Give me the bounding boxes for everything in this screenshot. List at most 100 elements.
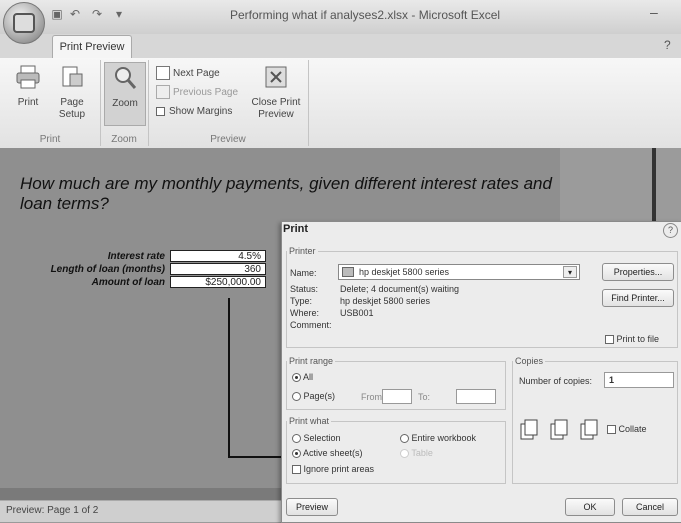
connector-line-horizontal (228, 456, 282, 458)
print-button-label: Print (17, 97, 39, 108)
page-setup-label-1: Page (60, 97, 84, 108)
ok-button[interactable]: OK (565, 498, 615, 516)
printer-icon (16, 65, 40, 89)
dialog-help-icon[interactable]: ? (663, 223, 678, 238)
show-margins-check[interactable] (156, 106, 165, 116)
entire-workbook-label: Entire workbook (411, 433, 477, 443)
loan-length-label: Length of loan (months) (50, 264, 165, 275)
print-to-file-option[interactable]: Print to file (605, 334, 660, 345)
previous-page-label: Previous Page (173, 87, 239, 98)
window-title: Performing what if analyses2.xlsx - Micr… (229, 8, 501, 22)
printer-group-title: Printer (287, 246, 318, 256)
zoom-button-label: Zoom (112, 98, 138, 109)
print-to-file-label: Print to file (616, 334, 660, 344)
ignore-print-areas-checkbox[interactable] (292, 465, 301, 475)
close-preview-icon (265, 66, 287, 88)
all-option[interactable]: All (292, 372, 314, 383)
collate-label: Collate (618, 424, 647, 434)
printer-select[interactable]: hp deskjet 5800 series ▾ (338, 264, 580, 280)
next-page-button[interactable]: Next Page (156, 66, 220, 82)
cancel-button[interactable]: Cancel (622, 498, 678, 516)
save-icon[interactable]: ▣ (50, 7, 64, 21)
ignore-print-areas-label: Ignore print areas (303, 464, 375, 474)
to-spinner[interactable] (456, 389, 496, 404)
ignore-print-areas-option[interactable]: Ignore print areas (292, 464, 375, 475)
collate-checkbox[interactable] (607, 425, 616, 435)
copies-spinner[interactable]: 1 (604, 372, 674, 388)
loan-amount-label: Amount of loan (91, 277, 165, 288)
tab-print-preview[interactable]: Print Preview (52, 35, 132, 58)
table-option: Table (400, 448, 433, 459)
interest-rate-value: 4.5% (170, 250, 266, 262)
group-label-print: Print (39, 134, 61, 145)
to-label: To: (418, 392, 431, 402)
preview-button[interactable]: Preview (286, 498, 338, 516)
name-label: Name: (290, 268, 317, 278)
status-value: Delete; 4 document(s) waiting (340, 284, 460, 294)
print-dialog-title: Print (283, 223, 309, 235)
group-label-zoom: Zoom (111, 134, 137, 145)
office-logo-icon (13, 13, 35, 33)
office-button[interactable] (3, 2, 45, 44)
pages-label: Page(s) (303, 391, 336, 401)
next-page-icon (156, 66, 170, 81)
help-icon[interactable]: ? (664, 38, 671, 52)
number-of-copies-label: Number of copies: (519, 376, 593, 386)
copies-value: 1 (609, 375, 615, 385)
print-what-title: Print what (287, 416, 332, 426)
entire-workbook-radio[interactable] (400, 434, 409, 444)
find-printer-button[interactable]: Find Printer... (602, 289, 674, 307)
redo-icon[interactable]: ↷ (90, 7, 104, 21)
status-page-info: Preview: Page 1 of 2 (6, 505, 99, 516)
selection-option[interactable]: Selection (292, 433, 341, 444)
pages-option[interactable]: Page(s) (292, 391, 336, 402)
pages-radio[interactable] (292, 392, 301, 402)
from-spinner[interactable] (382, 389, 412, 404)
zoom-button[interactable]: Zoom (104, 62, 146, 126)
customize-toolbar-icon[interactable]: ▾ (112, 7, 126, 21)
properties-button[interactable]: Properties... (602, 263, 674, 281)
previous-page-icon (156, 85, 170, 100)
where-label: Where: (290, 308, 320, 318)
close-label-1: Close Print (251, 97, 301, 108)
loan-amount-value: $250,000.00 (170, 276, 266, 288)
magnifier-icon (115, 67, 137, 89)
selection-label: Selection (303, 433, 341, 443)
table-label: Table (411, 448, 433, 458)
print-button[interactable]: Print (8, 62, 48, 109)
all-radio[interactable] (292, 373, 301, 383)
type-value: hp deskjet 5800 series (340, 296, 431, 306)
collate-option[interactable]: Collate (607, 424, 647, 435)
print-range-title: Print range (287, 356, 336, 366)
selection-radio[interactable] (292, 434, 301, 444)
entire-workbook-option[interactable]: Entire workbook (400, 433, 477, 444)
status-label: Status: (290, 284, 319, 294)
connector-line-vertical (228, 298, 230, 456)
collate-pages-icon (520, 419, 598, 440)
undo-icon[interactable]: ↶ (68, 7, 82, 21)
all-label: All (303, 372, 314, 382)
page-setup-button[interactable]: Page Setup (52, 62, 92, 121)
print-to-file-checkbox[interactable] (605, 335, 614, 345)
close-print-preview-button[interactable]: Close Print Preview (250, 62, 302, 121)
group-label-preview: Preview (210, 134, 246, 145)
type-label: Type: (290, 296, 313, 306)
from-label: From: (361, 392, 385, 402)
active-sheets-option[interactable]: Active sheet(s) (292, 448, 363, 459)
loan-length-value: 360 (170, 263, 266, 275)
show-margins-label: Show Margins (169, 106, 233, 117)
previous-page-button[interactable]: Previous Page (156, 85, 238, 101)
minimize-button[interactable]: – (650, 4, 658, 20)
show-margins-checkbox[interactable]: Show Margins (156, 104, 232, 120)
close-label-2: Preview (258, 109, 294, 120)
table-radio (400, 449, 409, 459)
chevron-down-icon[interactable]: ▾ (563, 266, 577, 278)
interest-rate-label: Interest rate (107, 251, 165, 262)
active-sheets-label: Active sheet(s) (303, 448, 363, 458)
active-sheets-radio[interactable] (292, 449, 301, 459)
copies-title: Copies (513, 356, 546, 366)
printer-name: hp deskjet 5800 series (359, 267, 450, 277)
where-value: USB001 (340, 308, 374, 318)
next-page-label: Next Page (173, 68, 220, 79)
page-setup-icon (62, 66, 83, 87)
